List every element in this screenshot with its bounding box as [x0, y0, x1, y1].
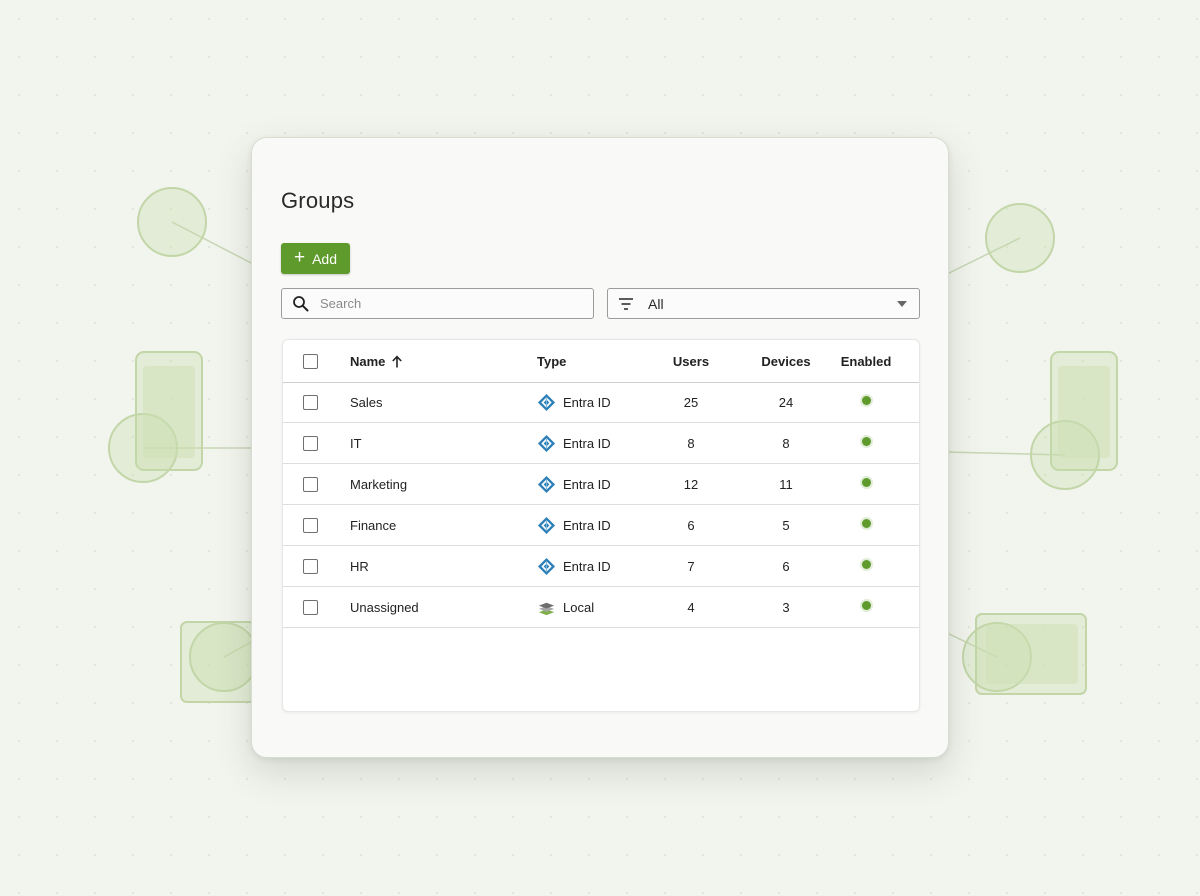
group-users-count: 8 [687, 435, 695, 451]
group-name: Marketing [350, 476, 408, 492]
enabled-status-dot [861, 601, 871, 610]
table-row[interactable]: IT Entra ID 8 8 [283, 423, 919, 464]
row-checkbox[interactable] [303, 476, 318, 492]
chevron-down-icon[interactable] [897, 301, 907, 307]
group-type-label: Entra ID [563, 517, 611, 533]
row-checkbox[interactable] [303, 558, 318, 574]
plus-icon: + [293, 247, 306, 268]
column-header-devices-label: Devices [761, 353, 811, 369]
groups-table: Name Type Users Devices Enabled Sales En… [282, 339, 920, 712]
enabled-status-dot [861, 437, 871, 446]
enabled-status-cell [826, 587, 906, 627]
entra-id-icon [537, 393, 556, 411]
search-icon [293, 296, 309, 312]
column-header-devices[interactable]: Devices [746, 340, 826, 382]
enabled-status-dot [861, 478, 871, 487]
group-type: Local [537, 587, 667, 627]
enabled-status-cell [826, 505, 906, 545]
entra-id-icon [537, 516, 556, 534]
row-checkbox-cell [303, 382, 319, 422]
group-type: Entra ID [537, 423, 667, 463]
page-title: Groups [281, 188, 355, 213]
row-checkbox[interactable] [303, 394, 318, 410]
group-devices-count: 8 [782, 435, 790, 451]
local-layers-icon [538, 602, 555, 615]
row-checkbox-cell [303, 505, 319, 545]
group-devices-count: 24 [778, 394, 794, 410]
enabled-status-dot [861, 560, 871, 569]
entra-id-icon [537, 475, 556, 493]
group-type: Entra ID [537, 505, 667, 545]
group-type-label: Entra ID [563, 435, 611, 451]
group-name: Unassigned [350, 599, 419, 615]
group-type-label: Entra ID [563, 476, 611, 492]
column-header-name[interactable]: Name [350, 340, 520, 382]
group-type-label: Entra ID [563, 394, 611, 410]
enabled-status-cell [826, 546, 906, 586]
column-header-enabled[interactable]: Enabled [826, 340, 906, 382]
table-row[interactable]: Marketing Entra ID 12 11 [283, 464, 919, 505]
select-all-cell [303, 340, 319, 382]
group-name: Finance [350, 517, 397, 533]
column-header-name-label: Name [350, 353, 386, 369]
group-users-count: 4 [687, 599, 695, 615]
row-checkbox[interactable] [303, 517, 318, 533]
select-all-checkbox[interactable] [303, 353, 318, 369]
row-checkbox-cell [303, 423, 319, 463]
column-header-users-label: Users [672, 353, 710, 369]
table-header-row: Name Type Users Devices Enabled [283, 340, 919, 383]
arrow-up-icon [392, 354, 403, 367]
column-header-type[interactable]: Type [537, 340, 667, 382]
entra-id-icon [537, 434, 556, 452]
add-button-label: Add [312, 250, 338, 267]
group-type-label: Local [563, 599, 595, 615]
group-name: HR [350, 558, 369, 574]
group-devices-count: 3 [782, 599, 790, 615]
column-header-enabled-label: Enabled [840, 353, 892, 369]
row-checkbox-cell [303, 464, 319, 504]
filter-icon [619, 298, 633, 310]
table-row[interactable]: Finance Entra ID 6 5 [283, 505, 919, 546]
group-devices-count: 11 [779, 476, 793, 492]
row-checkbox[interactable] [303, 599, 318, 615]
group-name: IT [350, 435, 362, 451]
enabled-status-cell [826, 423, 906, 463]
group-type: Entra ID [537, 546, 667, 586]
group-name: Sales [350, 394, 383, 410]
table-row[interactable]: Sales Entra ID 25 24 [283, 382, 919, 423]
enabled-status-cell [826, 382, 906, 422]
group-type-label: Entra ID [563, 558, 611, 574]
row-checkbox-cell [303, 587, 319, 627]
group-users-count: 6 [687, 517, 695, 533]
entra-id-icon [537, 557, 556, 575]
column-header-type-label: Type [537, 353, 567, 369]
row-checkbox[interactable] [303, 435, 318, 451]
group-type: Entra ID [537, 382, 667, 422]
enabled-status-dot [861, 396, 871, 405]
group-users-count: 12 [683, 476, 699, 492]
group-type: Entra ID [537, 464, 667, 504]
table-row[interactable]: Unassigned Local 4 3 [283, 587, 919, 628]
enabled-status-dot [861, 519, 871, 528]
enabled-status-cell [826, 464, 906, 504]
search-box[interactable] [281, 288, 594, 319]
group-devices-count: 6 [782, 558, 790, 574]
type-filter-select[interactable]: All [607, 288, 920, 319]
group-users-count: 7 [687, 558, 695, 574]
filter-selected-value: All [648, 296, 664, 312]
groups-panel: Groups + Add All Name [251, 137, 949, 758]
column-header-users[interactable]: Users [651, 340, 731, 382]
table-row[interactable]: HR Entra ID 7 6 [283, 546, 919, 587]
row-checkbox-cell [303, 546, 319, 586]
search-input[interactable] [320, 289, 580, 318]
group-users-count: 25 [683, 394, 699, 410]
group-devices-count: 5 [782, 517, 790, 533]
add-group-button[interactable]: + Add [281, 243, 350, 274]
